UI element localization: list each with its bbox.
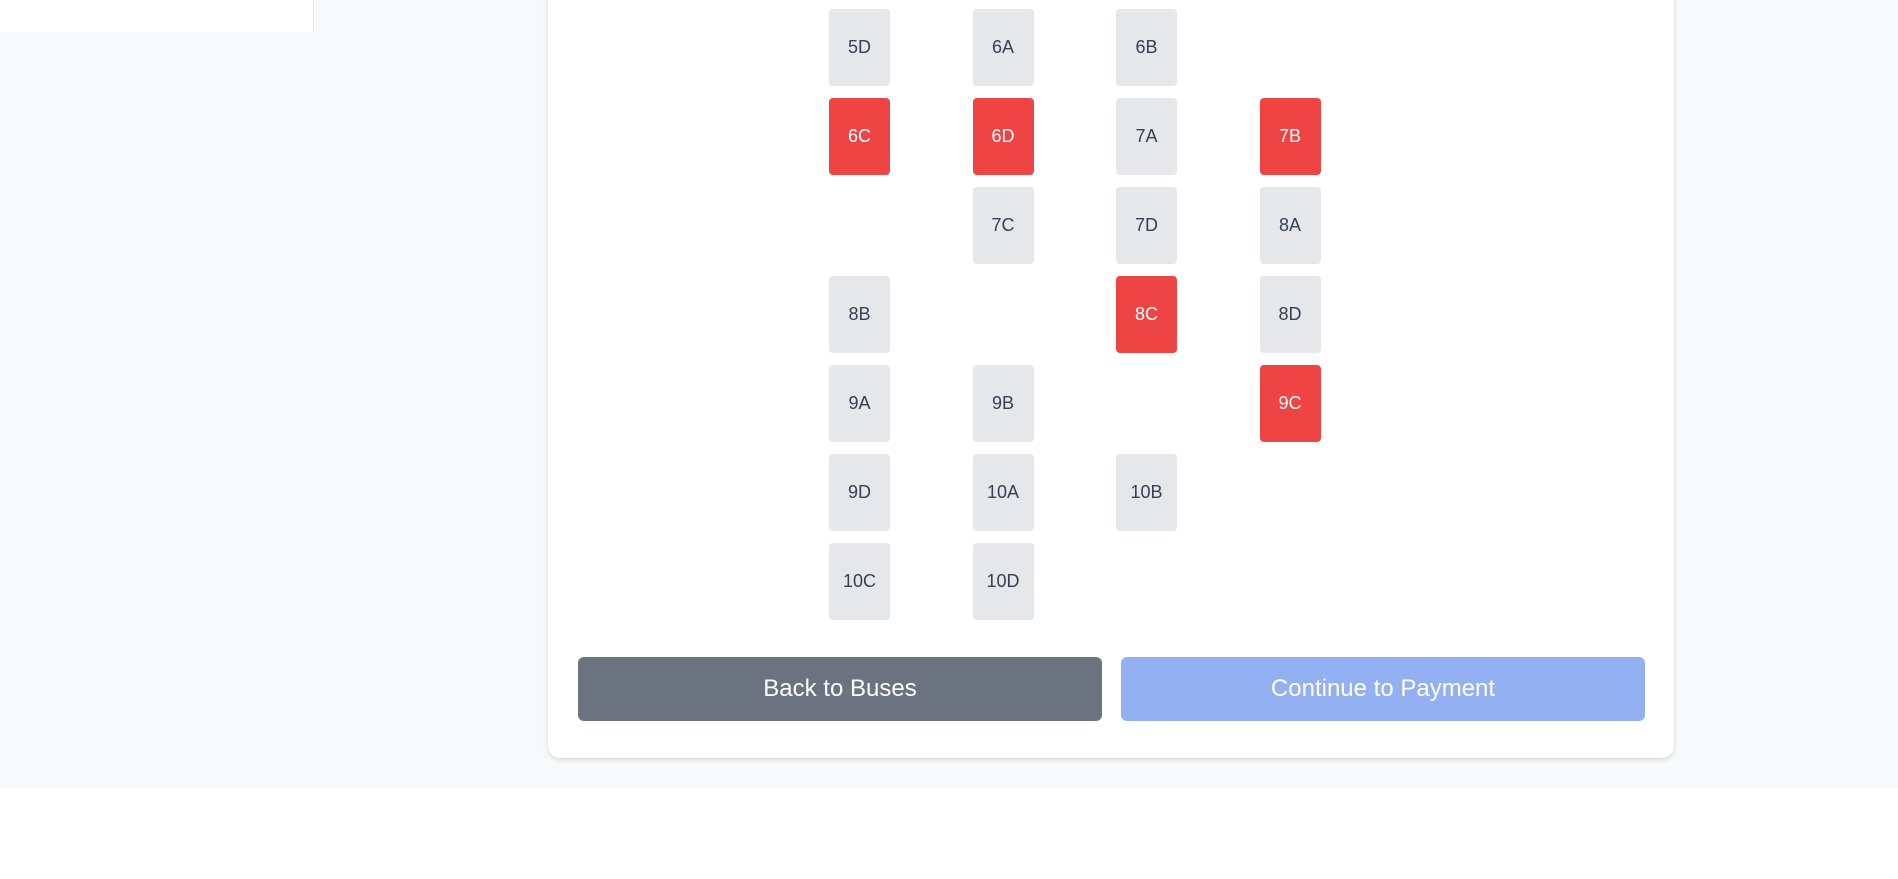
seat-7c-button[interactable]: 7C: [972, 187, 1034, 264]
seat-6a-button[interactable]: 6A: [972, 9, 1034, 86]
back-to-buses-button[interactable]: Back to Buses: [578, 657, 1102, 721]
seat-7b-button: 7B: [1259, 98, 1321, 175]
seat-10d-button[interactable]: 10D: [972, 543, 1034, 620]
seat-9b-button[interactable]: 9B: [972, 365, 1034, 442]
seat-10c-button[interactable]: 10C: [829, 543, 890, 620]
seat-gap: [1260, 9, 1321, 86]
seat-gap: [1260, 543, 1321, 620]
seat-5d-button[interactable]: 5D: [829, 9, 890, 86]
seat-8b-button[interactable]: 8B: [829, 276, 890, 353]
seat-gap: [1116, 365, 1177, 442]
seat-8c-button: 8C: [1116, 276, 1177, 353]
seat-6c-button: 6C: [829, 98, 890, 175]
seat-10b-button[interactable]: 10B: [1116, 454, 1177, 531]
seat-10a-button[interactable]: 10A: [972, 454, 1034, 531]
seat-6d-button: 6D: [972, 98, 1034, 175]
seat-7a-button[interactable]: 7A: [1116, 98, 1177, 175]
seat-gap: [1260, 454, 1321, 531]
seat-map: 5D 6A 6B 6C 6D 7A 7B 7C 7D 8A 8B 8C 8D 9A 9B 9C 9D 10A 10B…: [829, 9, 1321, 620]
continue-to-payment-button[interactable]: Continue to Payment: [1121, 657, 1645, 721]
seat-6b-button[interactable]: 6B: [1116, 9, 1177, 86]
seat-gap: [973, 276, 1034, 353]
seat-8a-button[interactable]: 8A: [1259, 187, 1321, 264]
seat-9a-button[interactable]: 9A: [829, 365, 890, 442]
seat-9c-button: 9C: [1259, 365, 1321, 442]
seat-gap: [829, 187, 890, 264]
seat-8d-button[interactable]: 8D: [1259, 276, 1321, 353]
seat-9d-button[interactable]: 9D: [829, 454, 890, 531]
seat-7d-button[interactable]: 7D: [1116, 187, 1177, 264]
sidebar-panel: [0, 0, 314, 32]
seat-gap: [1116, 543, 1177, 620]
